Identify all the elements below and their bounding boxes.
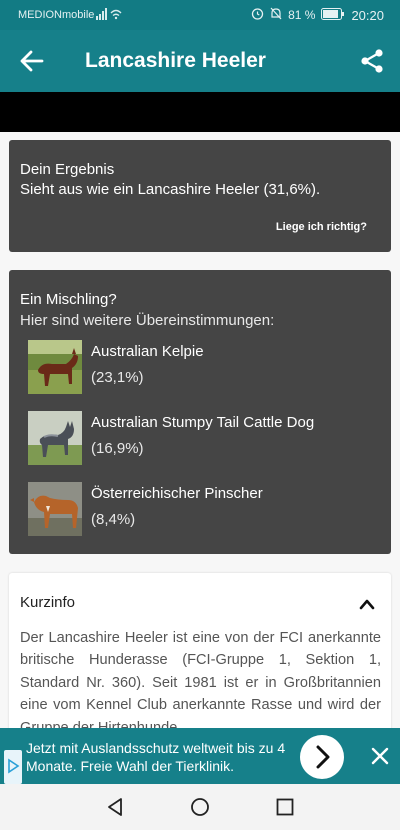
- app-bar: Lancashire Heeler: [0, 30, 400, 92]
- ad-banner[interactable]: Jetzt mit Auslandsschutz weltweit bis zu…: [0, 728, 400, 784]
- status-bar: MEDIONmobile 81 % 20:20: [0, 0, 400, 30]
- chevron-up-icon[interactable]: [359, 597, 375, 610]
- match-name: Österreichischer Pinscher: [91, 485, 263, 502]
- match-item-australian-kelpie[interactable]: Australian Kelpie (23,1%): [28, 340, 383, 394]
- clock: 20:20: [351, 7, 384, 23]
- match-percent: (16,9%): [91, 440, 144, 457]
- dog-thumbnail: [28, 340, 82, 394]
- close-icon[interactable]: [360, 728, 400, 784]
- chevron-right-icon[interactable]: [300, 735, 344, 779]
- mix-subheading: Hier sind weitere Übereinstimmungen:: [20, 312, 275, 329]
- match-percent: (8,4%): [91, 511, 136, 528]
- mix-heading: Ein Mischling?: [20, 291, 117, 308]
- feedback-link[interactable]: Liege ich richtig?: [276, 221, 367, 233]
- share-icon[interactable]: [358, 47, 386, 75]
- battery-icon: [321, 7, 345, 23]
- image-strip: [0, 92, 400, 132]
- scroll-content[interactable]: Dein Ergebnis Sieht aus wie ein Lancashi…: [0, 132, 400, 728]
- info-body: Der Lancashire Heeler ist eine von der F…: [20, 630, 381, 728]
- match-name: Australian Stumpy Tail Cattle Dog: [91, 414, 315, 431]
- carrier-label: MEDIONmobile: [18, 9, 95, 21]
- ad-choices-icon[interactable]: [4, 750, 22, 784]
- nav-recents-icon[interactable]: [274, 796, 296, 818]
- alarm-icon: [251, 7, 264, 23]
- match-percent: (23,1%): [91, 369, 144, 386]
- dog-thumbnail: [28, 411, 82, 465]
- page-title: Lancashire Heeler: [85, 49, 266, 72]
- signal-wifi-icon: [96, 8, 122, 23]
- ad-text: Jetzt mit Auslandsschutz weltweit bis zu…: [26, 740, 286, 774]
- system-nav-bar: [0, 784, 400, 830]
- nav-home-icon[interactable]: [189, 796, 211, 818]
- match-name: Australian Kelpie: [91, 343, 204, 360]
- info-heading: Kurzinfo: [20, 594, 76, 611]
- result-card: Dein Ergebnis Sieht aus wie ein Lancashi…: [9, 140, 391, 252]
- mute-bell-icon: [270, 7, 282, 23]
- dog-thumbnail: [28, 482, 82, 536]
- result-heading: Dein Ergebnis: [20, 161, 115, 178]
- nav-back-icon[interactable]: [104, 796, 126, 818]
- match-item-australian-stumpy-tail-cattle-dog[interactable]: Australian Stumpy Tail Cattle Dog (16,9%…: [28, 411, 383, 465]
- match-item-oesterreichischer-pinscher[interactable]: Österreichischer Pinscher (8,4%): [28, 482, 383, 536]
- battery-percent: 81 %: [288, 8, 316, 22]
- mix-card: Ein Mischling? Hier sind weitere Überein…: [9, 270, 391, 554]
- info-card: Kurzinfo Der Lancashire Heeler ist eine …: [9, 573, 391, 728]
- result-text: Sieht aus wie ein Lancashire Heeler (31,…: [20, 181, 321, 198]
- back-arrow-icon[interactable]: [18, 48, 46, 74]
